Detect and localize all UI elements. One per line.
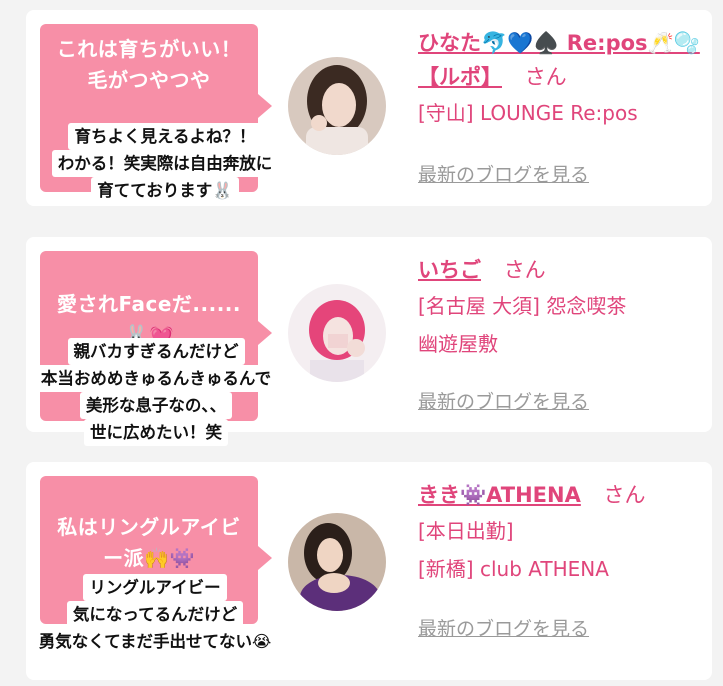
profile-info: ひなた🐬💙♠️ Re:pos🥂🫧【ルポ】 さん [守山] LOUNGE Re:p… <box>418 26 710 132</box>
shop-name: 幽遊屋敷 <box>418 332 498 356</box>
profile-info: きき👾ATHENA さん [本日出勤] [新橋] club ATHENA <box>418 478 710 588</box>
comment-line: 世に広めたい！笑 <box>84 419 228 446</box>
shop-name: [新橋] club ATHENA <box>418 557 609 581</box>
name-line: ひなた🐬💙♠️ Re:pos🥂🫧【ルポ】 さん <box>418 26 710 94</box>
name-suffix: さん <box>603 483 646 507</box>
comment-line: 勇気なくてまだ手出せてない😭 <box>32 628 278 655</box>
profile-info: いちご さん [名古屋 大須] 怨念喫茶 幽遊屋敷 <box>418 253 710 363</box>
comment-line: 本当おめめきゅるんきゅるんで <box>34 365 278 392</box>
comment-line: わかる！笑実際は自由奔放に <box>51 150 279 177</box>
bubble-title: 私はリングルアイビー派🙌👾 <box>57 515 241 570</box>
comment-caption: 親バカすぎるんだけど 本当おめめきゅるんきゅるんで 美形な息子なの、、 世に広め… <box>0 338 312 446</box>
comment-line: リングルアイビー <box>83 574 227 601</box>
comment-line: 美形な息子なの、、 <box>79 392 233 419</box>
comment-caption: 育ちよく見えるよね？！ わかる！笑実際は自由奔放に 育てております🐰 <box>30 123 300 204</box>
avatar[interactable] <box>288 57 386 155</box>
name-line: いちご さん <box>418 253 710 287</box>
latest-blog-link[interactable]: 最新のブログを見る <box>418 160 589 187</box>
comment-line: 育てております🐰 <box>91 177 239 204</box>
name-line: きき👾ATHENA さん <box>418 478 710 512</box>
bubble-title: 愛されFaceだ......🐰💓 <box>57 292 241 347</box>
latest-blog-link[interactable]: 最新のブログを見る <box>418 614 589 641</box>
comment-line: 育ちよく見えるよね？！ <box>68 123 262 150</box>
shop-name: [守山] LOUNGE Re:pos <box>418 101 638 125</box>
name-suffix: さん <box>503 258 546 282</box>
comment-caption: リングルアイビー 気になってるんだけど 勇気なくてまだ手出せてない😭 <box>0 574 310 655</box>
comment-line: 親バカすぎるんだけど <box>67 338 245 365</box>
bubble-title: これは育ちがいい！毛がつやつや <box>56 37 242 92</box>
comment-line: 気になってるんだけど <box>66 601 244 628</box>
attendance-status: [本日出勤] <box>418 519 514 543</box>
name-suffix: さん <box>524 65 567 89</box>
cast-name-link[interactable]: いちご <box>418 258 481 282</box>
cast-name-link[interactable]: きき👾ATHENA <box>418 483 581 507</box>
avatar-photo-icon <box>288 57 386 155</box>
shop-name: [名古屋 大須] 怨念喫茶 <box>418 294 627 318</box>
latest-blog-link[interactable]: 最新のブログを見る <box>418 387 589 414</box>
